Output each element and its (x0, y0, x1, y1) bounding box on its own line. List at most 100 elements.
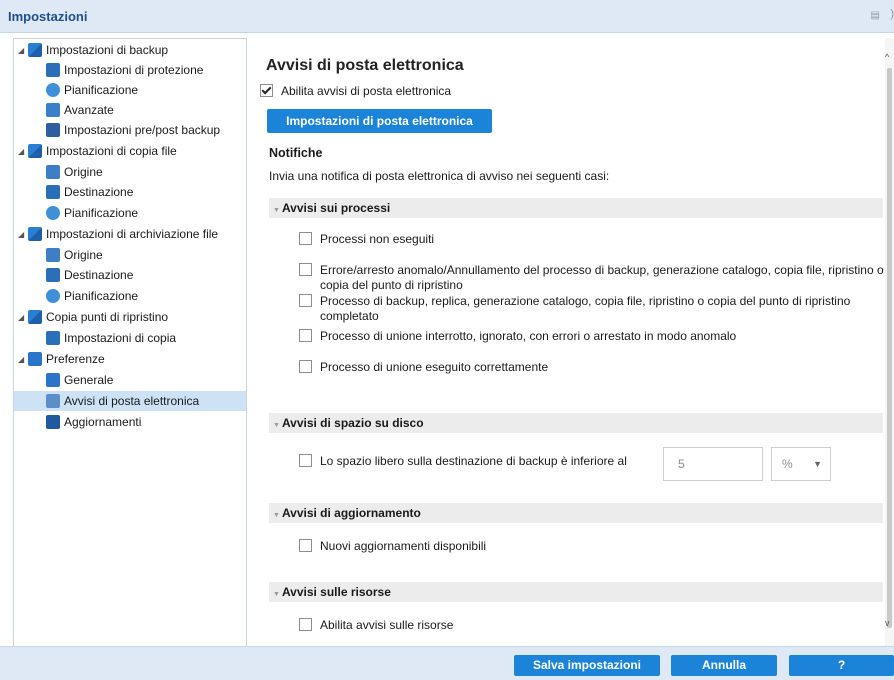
tree-node-archive[interactable]: ◢ Impostazioni di archiviazione file (18, 224, 218, 244)
tree-item-label: Pianificazione (64, 206, 139, 220)
checkbox[interactable] (299, 263, 312, 277)
tree-item-label: Origine (64, 165, 103, 179)
job-alert-item[interactable]: Processo di unione interrotto, ignorato,… (299, 329, 869, 344)
main-content: Avvisi di posta elettronica Abilita avvi… (249, 38, 885, 646)
collapse-arrow-icon[interactable]: ◢ (18, 142, 28, 162)
job-alert-item[interactable]: Processi non eseguiti (299, 232, 869, 247)
content-scrollbar[interactable]: ^ v (885, 38, 894, 646)
dropdown-caret-icon: ▼ (813, 459, 822, 469)
tree-item-copy-settings[interactable]: Impostazioni di copia (46, 328, 176, 348)
close-icon[interactable]: ) (890, 8, 894, 20)
unit-value: % (782, 457, 793, 471)
checkbox[interactable] (299, 360, 312, 374)
enable-email-alerts-label: Abilita avvisi di posta elettronica (281, 84, 452, 98)
enable-email-alerts-checkbox[interactable] (260, 84, 273, 98)
disk-space-alert-label: Lo spazio libero sulla destinazione di b… (320, 454, 627, 468)
section-title: Avvisi sui processi (281, 201, 391, 215)
wrench-icon (46, 122, 60, 137)
advanced-icon (46, 102, 60, 117)
tree-item-label: Generale (64, 373, 114, 387)
tree-item-label: Destinazione (64, 185, 134, 199)
section-update-alerts[interactable]: ▼ Avvisi di aggiornamento (269, 503, 883, 523)
tree-item-advanced[interactable]: Avanzate (46, 100, 114, 120)
cancel-button[interactable]: Annulla (671, 655, 777, 676)
tree-item-schedule[interactable]: Pianificazione (46, 286, 138, 306)
collapse-arrow-icon[interactable]: ◢ (18, 225, 28, 245)
tree-item-label: Impostazioni pre/post backup (64, 123, 221, 137)
collapse-arrow-icon[interactable]: ◢ (18, 350, 28, 370)
checkbox[interactable] (299, 232, 312, 246)
expand-triangle-icon: ▼ (273, 512, 280, 519)
save-settings-button[interactable]: Salva impostazioni (514, 655, 660, 676)
section-title: Avvisi di aggiornamento (281, 506, 421, 520)
section-title: Avvisi sulle risorse (281, 585, 391, 599)
section-resource-alerts[interactable]: ▼ Avvisi sulle risorse (269, 582, 883, 602)
resource-alert-label: Abilita avvisi sulle risorse (320, 618, 454, 632)
clock-icon (46, 205, 60, 220)
updates-icon (46, 414, 60, 429)
source-icon (46, 164, 60, 179)
notifications-heading: Notifiche (269, 146, 323, 160)
job-alert-label: Processo di unione eseguito correttament… (320, 360, 549, 374)
job-alert-item[interactable]: Errore/arresto anomalo/Annullamento del … (299, 263, 885, 293)
checkbox[interactable] (299, 454, 312, 468)
tree-item-general[interactable]: Generale (46, 370, 113, 390)
tree-node-label: Impostazioni di copia file (46, 144, 177, 158)
section-job-alerts[interactable]: ▼ Avvisi sui processi (269, 198, 883, 218)
job-alert-item[interactable]: Processo di unione eseguito correttament… (299, 360, 869, 375)
checkbox[interactable] (299, 539, 312, 553)
settings-tree: ◢ Impostazioni di backup Impostazioni di … (13, 38, 247, 648)
tree-item-label: Avvisi di posta elettronica (64, 394, 200, 408)
tree-item-label: Avanzate (64, 103, 114, 117)
tree-node-label: Preferenze (46, 352, 105, 366)
document-icon (46, 62, 60, 77)
job-alert-item[interactable]: Processo di backup, replica, generazione… (299, 294, 885, 324)
tree-item-label: Destinazione (64, 268, 134, 282)
checkbox[interactable] (299, 329, 312, 343)
source-icon (46, 247, 60, 262)
checkbox[interactable] (299, 294, 312, 308)
scroll-up-icon[interactable]: ^ (885, 52, 889, 62)
tree-item-source[interactable]: Origine (46, 162, 103, 182)
help-button[interactable]: ? (789, 655, 894, 676)
disk-space-alert-row[interactable]: Lo spazio libero sulla destinazione di b… (299, 454, 627, 469)
disk-threshold-unit-select[interactable]: % ▼ (771, 447, 831, 481)
expand-triangle-icon: ▼ (273, 591, 280, 598)
tree-item-label: Aggiornamenti (64, 415, 142, 429)
page-title: Avvisi di posta elettronica (266, 57, 464, 74)
tree-item-source[interactable]: Origine (46, 245, 103, 265)
tree-item-prepost[interactable]: Impostazioni pre/post backup (46, 120, 220, 140)
tree-node-label: Impostazioni di backup (46, 43, 169, 57)
disk-threshold-input[interactable]: 5 (663, 447, 763, 481)
section-disk-alerts[interactable]: ▼ Avvisi di spazio su disco (269, 413, 883, 433)
tree-item-destination[interactable]: Destinazione (46, 182, 133, 202)
collapse-arrow-icon[interactable]: ◢ (18, 308, 28, 328)
collapse-arrow-icon[interactable]: ◢ (18, 41, 28, 61)
tree-node-label: Copia punti di ripristino (46, 310, 169, 324)
checkbox[interactable] (299, 618, 312, 632)
tree-node-filecopy[interactable]: ◢ Impostazioni di copia file (18, 141, 177, 161)
tree-node-restorepoints[interactable]: ◢ Copia punti di ripristino (18, 307, 168, 327)
tree-item-updates[interactable]: Aggiornamenti (46, 412, 141, 432)
recovery-point-icon (28, 309, 42, 324)
update-alert-row[interactable]: Nuovi aggiornamenti disponibili (299, 539, 486, 554)
resource-alert-row[interactable]: Abilita avvisi sulle risorse (299, 618, 453, 633)
tree-item-label: Pianificazione (64, 83, 139, 97)
section-title: Avvisi di spazio su disco (281, 416, 424, 430)
restore-icon[interactable]: ▤ (871, 10, 880, 21)
tree-item-email-alerts[interactable]: Avvisi di posta elettronica (14, 391, 246, 411)
tree-node-backup[interactable]: ◢ Impostazioni di backup (18, 40, 168, 60)
enable-email-alerts-row[interactable]: Abilita avvisi di posta elettronica (260, 84, 451, 99)
tree-node-label: Impostazioni di archiviazione file (46, 227, 219, 241)
document-icon (46, 330, 60, 345)
tree-item-destination[interactable]: Destinazione (46, 265, 133, 285)
backup-icon (28, 42, 42, 57)
tree-item-protection[interactable]: Impostazioni di protezione (46, 60, 203, 80)
email-settings-button[interactable]: Impostazioni di posta elettronica (267, 109, 492, 133)
general-icon (46, 372, 60, 387)
tree-node-preferences[interactable]: ◢ Preferenze (18, 349, 105, 369)
tree-item-schedule[interactable]: Pianificazione (46, 80, 138, 100)
tree-item-schedule[interactable]: Pianificazione (46, 203, 138, 223)
scrollbar-thumb[interactable] (887, 68, 892, 628)
scroll-down-icon[interactable]: v (885, 618, 890, 628)
